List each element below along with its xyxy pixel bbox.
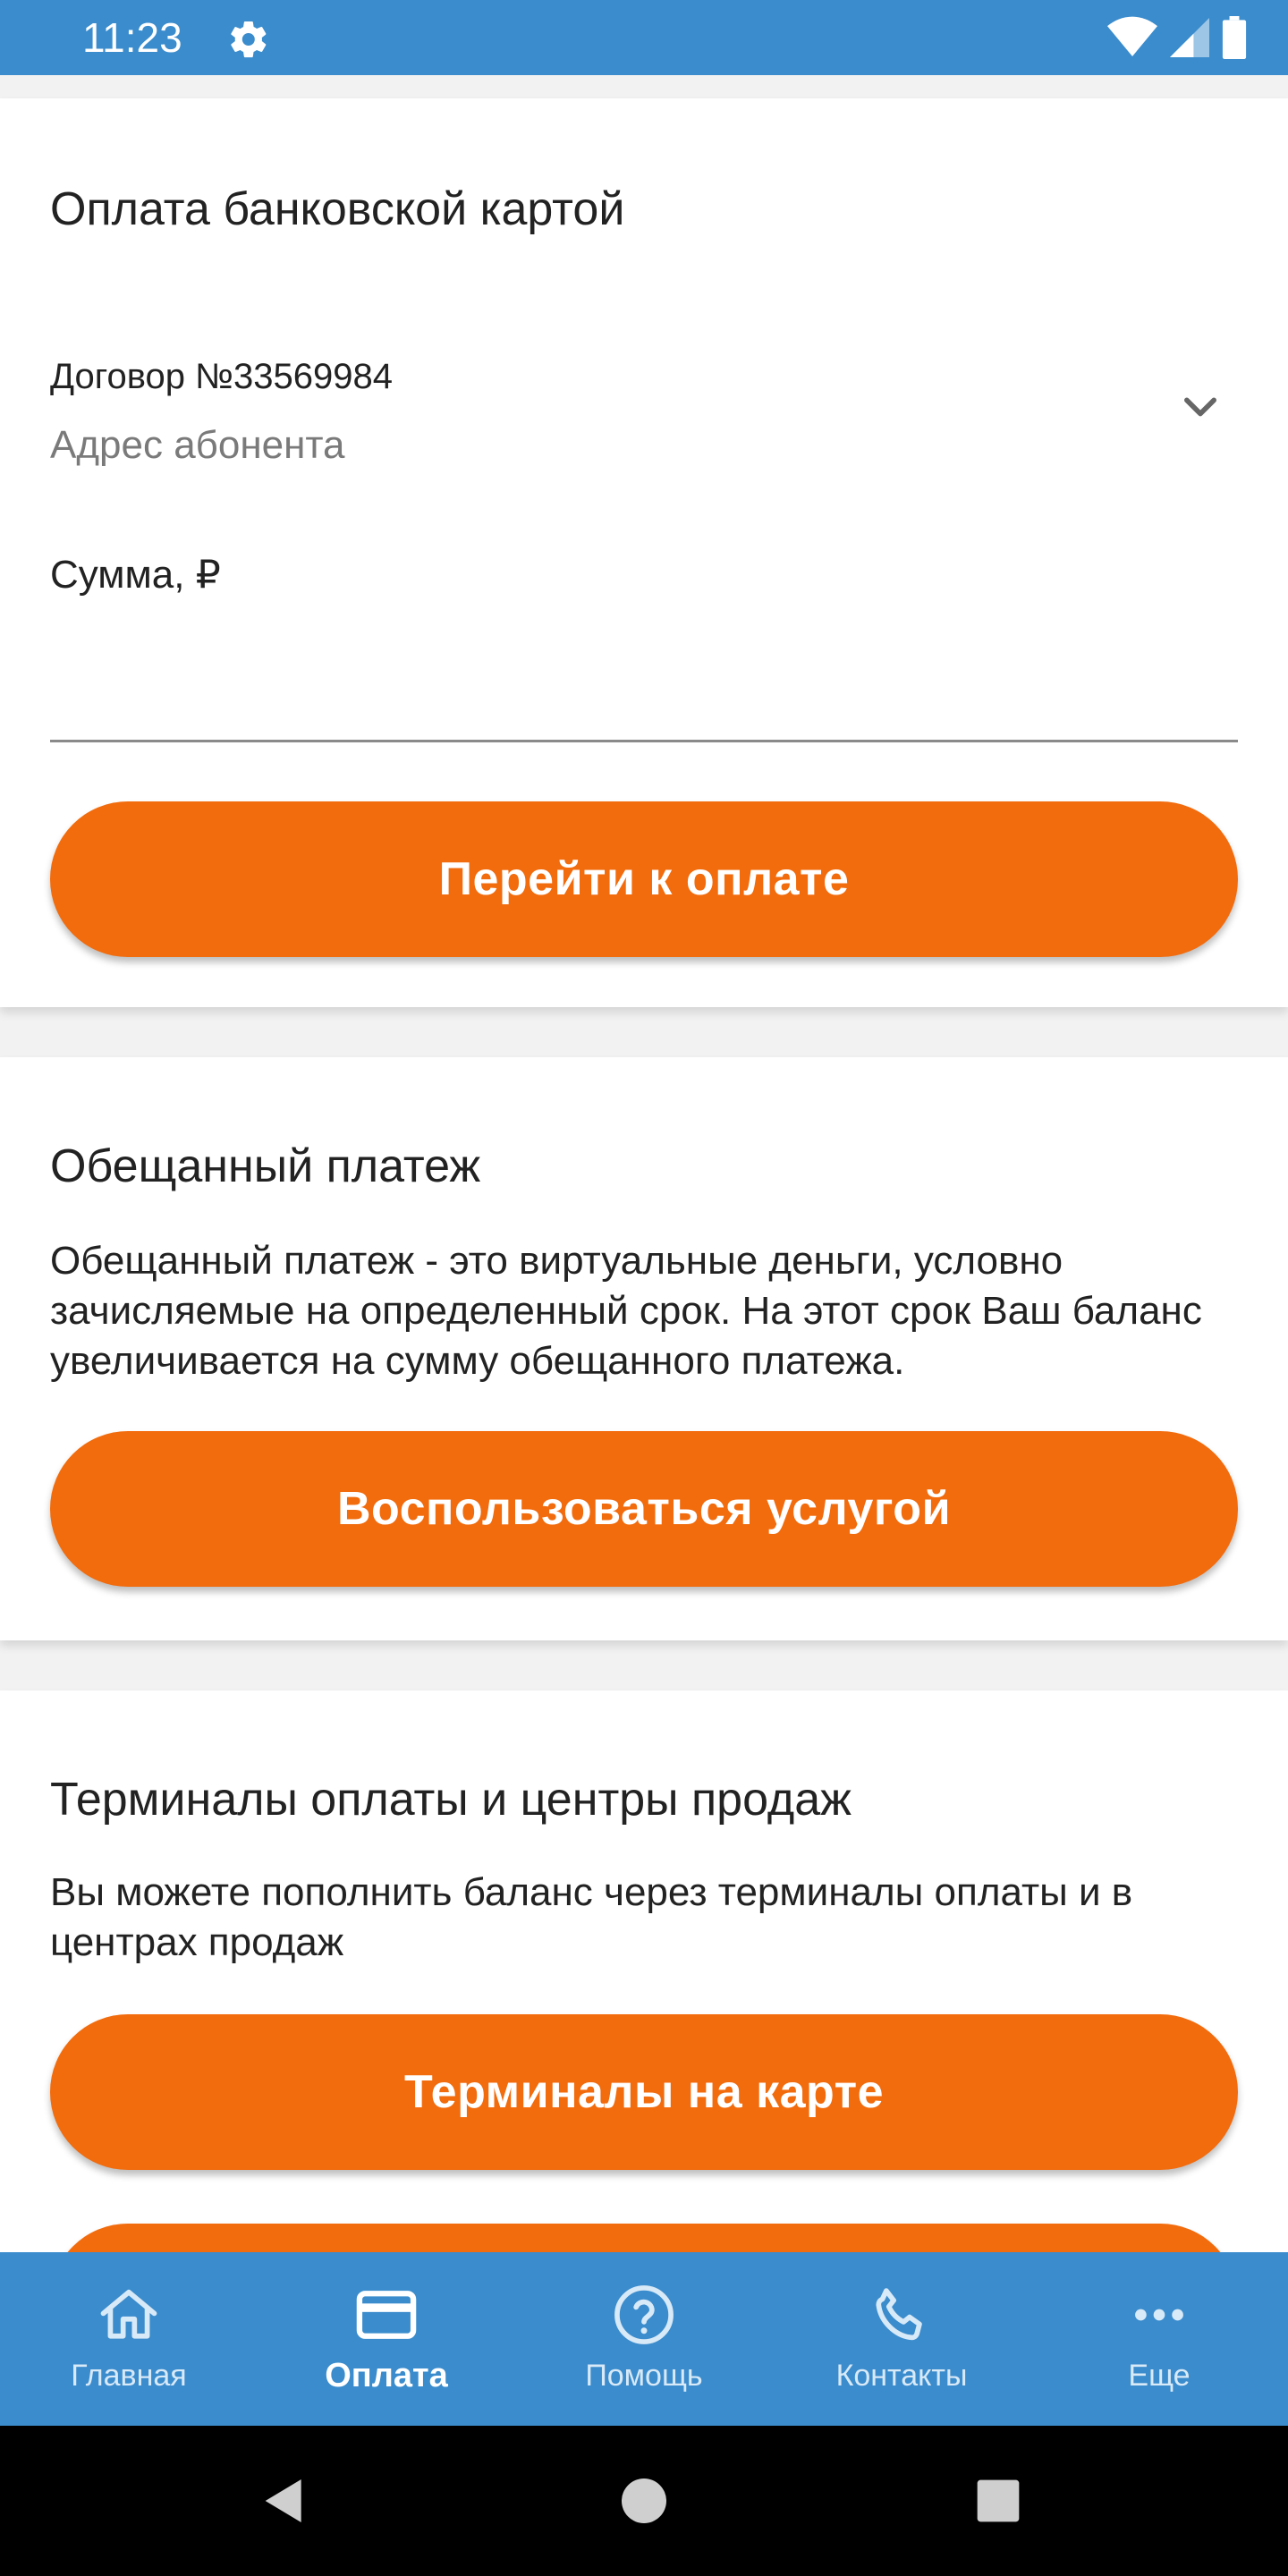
signal-icon: [1170, 18, 1209, 57]
bottom-navigation: Главная Оплата Помощь Контакты Еще: [0, 2252, 1288, 2426]
more-dots-icon: [1135, 2309, 1183, 2321]
nav-item-payment[interactable]: Оплата: [258, 2252, 515, 2426]
terminals-on-map-button[interactable]: Терминалы на карте: [50, 2014, 1238, 2170]
use-service-button[interactable]: Воспользоваться услугой: [50, 1431, 1238, 1587]
chevron-down-icon: [1184, 397, 1216, 417]
status-indicators: [1107, 16, 1247, 59]
phone-icon: [876, 2288, 922, 2341]
card-title: Оплата банковской картой: [50, 183, 625, 235]
promised-payment-description: Обещанный платеж - это виртуальные деньг…: [50, 1239, 1202, 1383]
nav-item-contacts[interactable]: Контакты: [773, 2252, 1030, 2426]
nav-label-contacts: Контакты: [835, 2359, 968, 2393]
card-title: Терминалы оплаты и центры продаж: [50, 1774, 852, 1826]
card-title: Обещанный платеж: [50, 1140, 481, 1192]
back-icon[interactable]: [256, 2472, 313, 2529]
bank-card-payment-card: Оплата банковской картой Договор №335699…: [0, 98, 1288, 1007]
sum-input[interactable]: [50, 635, 1238, 742]
wifi-icon: [1107, 16, 1157, 57]
help-circle-icon: [614, 2285, 674, 2344]
gear-icon: [231, 21, 267, 58]
promised-payment-card: Обещанный платеж Обещанный платеж - это …: [0, 1057, 1288, 1640]
contract-address: Адрес абонента: [50, 423, 345, 467]
nav-label-help: Помощь: [585, 2359, 703, 2393]
contract-number: Договор №33569984: [50, 357, 394, 396]
go-to-payment-button[interactable]: Перейти к оплате: [50, 801, 1238, 957]
recents-square-icon[interactable]: [973, 2476, 1023, 2526]
nav-item-more[interactable]: Еще: [1030, 2252, 1288, 2426]
next-button-partial[interactable]: [50, 2224, 1238, 2252]
credit-card-icon: [356, 2291, 417, 2339]
status-time: 11:23: [82, 14, 182, 61]
battery-icon: [1222, 16, 1247, 59]
home-circle-icon[interactable]: [617, 2474, 671, 2528]
nav-item-help[interactable]: Помощь: [515, 2252, 773, 2426]
nav-label-home: Главная: [71, 2359, 187, 2393]
nav-label-more: Еще: [1128, 2359, 1191, 2393]
nav-label-payment: Оплата: [325, 2357, 448, 2394]
terminals-card: Терминалы оплаты и центры продаж Вы може…: [0, 1690, 1288, 2252]
nav-item-home[interactable]: Главная: [0, 2252, 258, 2426]
contract-selector[interactable]: Договор №33569984 Адрес абонента: [0, 322, 1288, 483]
system-navigation-bar: [0, 2426, 1288, 2576]
terminals-description: Вы можете пополнить баланс через термина…: [50, 1870, 1133, 1964]
sum-label: Сумма, ₽: [50, 553, 221, 597]
home-icon: [100, 2289, 157, 2339]
content-scroll-area[interactable]: Оплата банковской картой Договор №335699…: [0, 75, 1288, 2252]
status-bar: 11:23: [0, 0, 1288, 75]
